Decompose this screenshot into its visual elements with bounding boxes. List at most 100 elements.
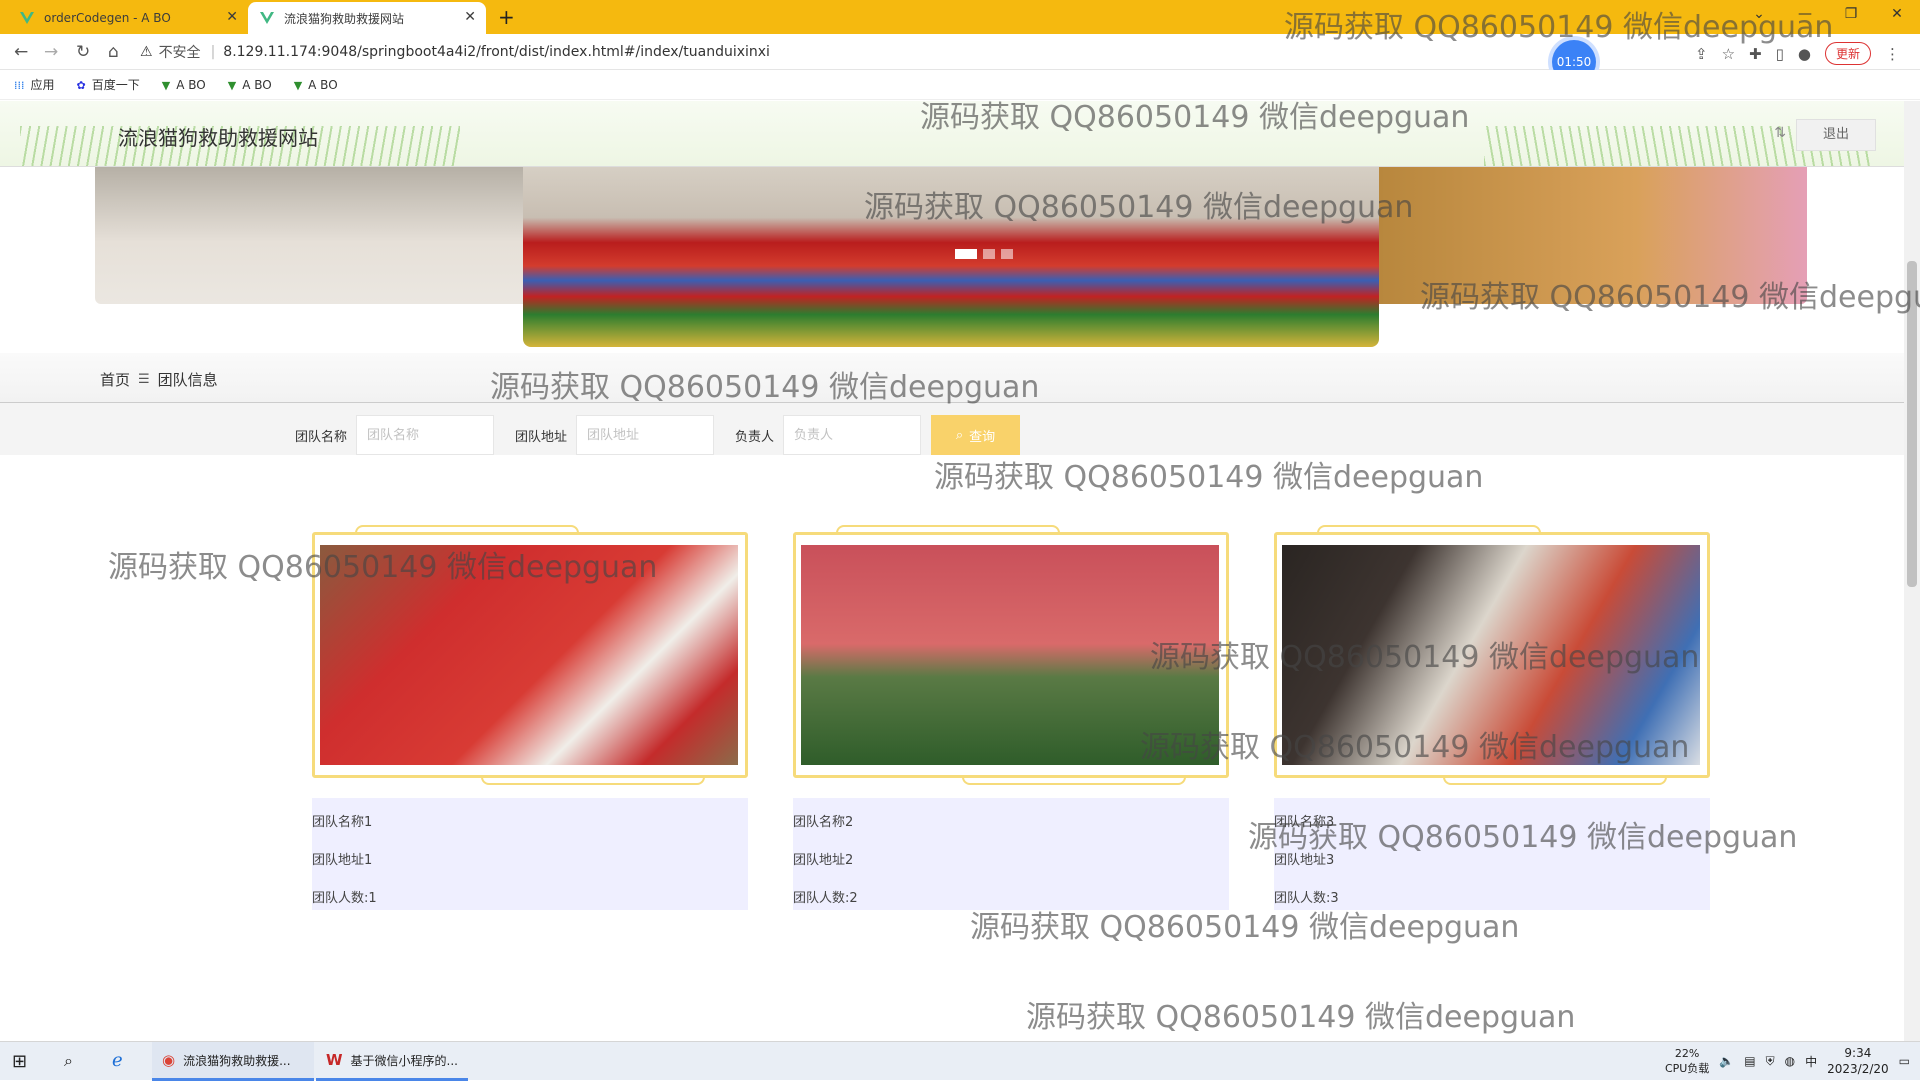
star-icon[interactable]: ☆ [1722, 45, 1735, 63]
team-count: 团队人数:2 [793, 891, 858, 906]
clock-date: 2023/2/20 [1827, 1062, 1889, 1076]
banner-carousel[interactable] [95, 167, 1807, 347]
warning-icon: ⚠ [140, 44, 153, 60]
tab-title: 流浪猫狗救助救援网站 [284, 11, 405, 26]
browser-tab-bar: orderCodegen - A BO ✕ 流浪猫狗救助救援网站 ✕ + ⌄ —… [0, 0, 1920, 34]
breadcrumb-bar: 首页 ☰ 团队信息 [0, 353, 1904, 403]
scrollbar-thumb[interactable] [1907, 261, 1917, 587]
vue-logo-icon: ▼ [293, 78, 303, 92]
team-photo[interactable] [320, 545, 738, 765]
baidu-paw-icon: ✿ [76, 79, 86, 92]
team-name: 团队名称3 [1274, 815, 1335, 830]
update-button[interactable]: 更新 [1824, 42, 1871, 65]
notification-icon[interactable]: ▭ [1899, 1054, 1910, 1068]
search-label: 团队地址 [515, 429, 568, 445]
search-icon: ⌕ [955, 427, 964, 442]
vue-logo-icon [260, 11, 274, 25]
vue-logo-icon: ▼ [227, 78, 237, 92]
tab-title: orderCodegen - A BO [44, 11, 171, 25]
forward-icon[interactable]: → [44, 42, 58, 62]
cpu-meter: 22% CPU负载 [1665, 1046, 1709, 1076]
extensions-icon[interactable]: ✚ [1749, 45, 1762, 63]
browser-toolbar-icons: ⇪ ☆ ✚ ▯ ● 更新 ⋮ [1695, 42, 1900, 65]
chevron-down-icon[interactable]: ⌄ [1736, 0, 1782, 30]
search-label: 负责人 [735, 429, 775, 445]
leader-search: 负责人 [735, 415, 922, 455]
search-label: 团队名称 [295, 429, 348, 445]
bookmark-apps[interactable]: ⁞⁞⁞ 应用 [14, 76, 55, 93]
user-icon[interactable]: ⇅ [1774, 125, 1786, 141]
carousel-prev-slide[interactable] [95, 167, 523, 304]
back-icon[interactable]: ← [14, 42, 28, 62]
breadcrumb-home[interactable]: 首页 [100, 369, 130, 390]
qq-icon[interactable]: ◍ [1785, 1054, 1795, 1068]
logout-button[interactable]: 退出 [1796, 119, 1876, 151]
leader-input[interactable] [783, 415, 922, 455]
network-icon[interactable]: ▤ [1744, 1054, 1755, 1068]
new-tab-icon[interactable]: + [498, 5, 515, 29]
bookmark-abo-1[interactable]: ▼ A BO [162, 78, 206, 92]
bookmark-abo-3[interactable]: ▼ A BO [294, 78, 338, 92]
close-window-icon[interactable]: ✕ [1874, 0, 1920, 30]
cpu-percent: 22% [1674, 1047, 1700, 1060]
minimize-icon[interactable]: — [1782, 0, 1828, 30]
windows-start-icon[interactable]: ⊞ [12, 1051, 27, 1072]
search-icon[interactable]: ⌕ [64, 1051, 73, 1071]
taskbar-app-wps[interactable]: W 基于微信小程序的... [316, 1042, 468, 1081]
chrome-icon: ◉ [162, 1051, 176, 1069]
team-photo[interactable] [801, 545, 1219, 765]
team-name-input[interactable] [356, 415, 495, 455]
page-scrollbar[interactable] [1904, 101, 1920, 1041]
cpu-label: CPU负载 [1664, 1062, 1710, 1075]
carousel-next-slide[interactable] [1379, 167, 1807, 304]
close-icon[interactable]: ✕ [464, 9, 476, 25]
ie-browser-icon[interactable]: ℯ [112, 1050, 123, 1071]
team-count: 团队人数:3 [1274, 891, 1339, 906]
carousel-indicators [955, 249, 1013, 259]
carousel-dot[interactable] [983, 249, 995, 259]
volume-icon[interactable]: 🔈 [1719, 1054, 1734, 1068]
team-name-search: 团队名称 [295, 415, 495, 455]
shield-icon[interactable]: ⛨ [1766, 1054, 1775, 1069]
taskbar-app-label: 基于微信小程序的... [350, 1053, 458, 1068]
taskbar-app-label: 流浪猫狗救助救援... [183, 1053, 291, 1068]
reload-icon[interactable]: ↻ [76, 42, 90, 62]
bookmark-abo-2[interactable]: ▼ A BO [228, 78, 272, 92]
insecure-label: 不安全 [158, 45, 201, 61]
restore-icon[interactable]: ❐ [1828, 0, 1874, 30]
bookmark-baidu[interactable]: ✿ 百度一下 [77, 76, 140, 93]
carousel-dot[interactable] [955, 249, 977, 259]
team-name: 团队名称2 [793, 815, 854, 830]
sidebar-icon[interactable]: ▯ [1776, 45, 1784, 63]
system-tray: 22% CPU负载 🔈 ▤ ⛨ ◍ 中 9:34 2023/2/20 ▭ [1665, 1045, 1910, 1077]
search-bar: 团队名称 团队地址 负责人 ⌕ 查询 [0, 403, 1904, 455]
address-bar: ← → ↻ ⌂ ⚠ 不安全 | 8.129.11.174:9048/spring… [0, 34, 1920, 70]
browser-tab-site[interactable]: 流浪猫狗救助救援网站 ✕ [248, 2, 486, 34]
url-field[interactable]: ⚠ 不安全 | 8.129.11.174:9048/springboot4a4i… [140, 38, 1670, 66]
team-photo[interactable] [1282, 545, 1700, 765]
team-address: 团队地址1 [312, 853, 373, 868]
team-address: 团队地址3 [1274, 853, 1335, 868]
carousel-active-slide [523, 167, 1379, 347]
share-icon[interactable]: ⇪ [1695, 45, 1708, 63]
breadcrumb-separator-icon: ☰ [138, 372, 150, 387]
carousel-dot[interactable] [1001, 249, 1013, 259]
windows-taskbar: ⊞ ⌕ ℯ ◉ 流浪猫狗救助救援... W 基于微信小程序的... 22% CP… [0, 1041, 1920, 1081]
team-name: 团队名称1 [312, 815, 373, 830]
menu-icon[interactable]: ⋮ [1885, 45, 1900, 63]
browser-tab-ordercodegen[interactable]: orderCodegen - A BO ✕ [8, 2, 248, 34]
ime-label[interactable]: 中 [1805, 1053, 1817, 1070]
window-controls: ⌄ — ❐ ✕ [1736, 0, 1920, 30]
apps-grid-icon: ⁞⁞⁞ [14, 79, 25, 92]
close-icon[interactable]: ✕ [226, 9, 238, 25]
query-button[interactable]: ⌕ 查询 [931, 415, 1020, 455]
home-icon[interactable]: ⌂ [108, 42, 119, 62]
team-address-search: 团队地址 [515, 415, 715, 455]
team-address-input[interactable] [576, 415, 715, 455]
taskbar-app-chrome[interactable]: ◉ 流浪猫狗救助救援... [152, 1042, 314, 1081]
breadcrumb-current: 团队信息 [157, 371, 218, 389]
clock[interactable]: 9:34 2023/2/20 [1827, 1045, 1889, 1077]
profile-icon[interactable]: ● [1798, 45, 1811, 63]
team-info: 团队名称2 团队地址2 团队人数:2 [793, 798, 1229, 910]
site-header: 流浪猫狗救助救援网站 ⇅ 退出 [0, 101, 1904, 167]
